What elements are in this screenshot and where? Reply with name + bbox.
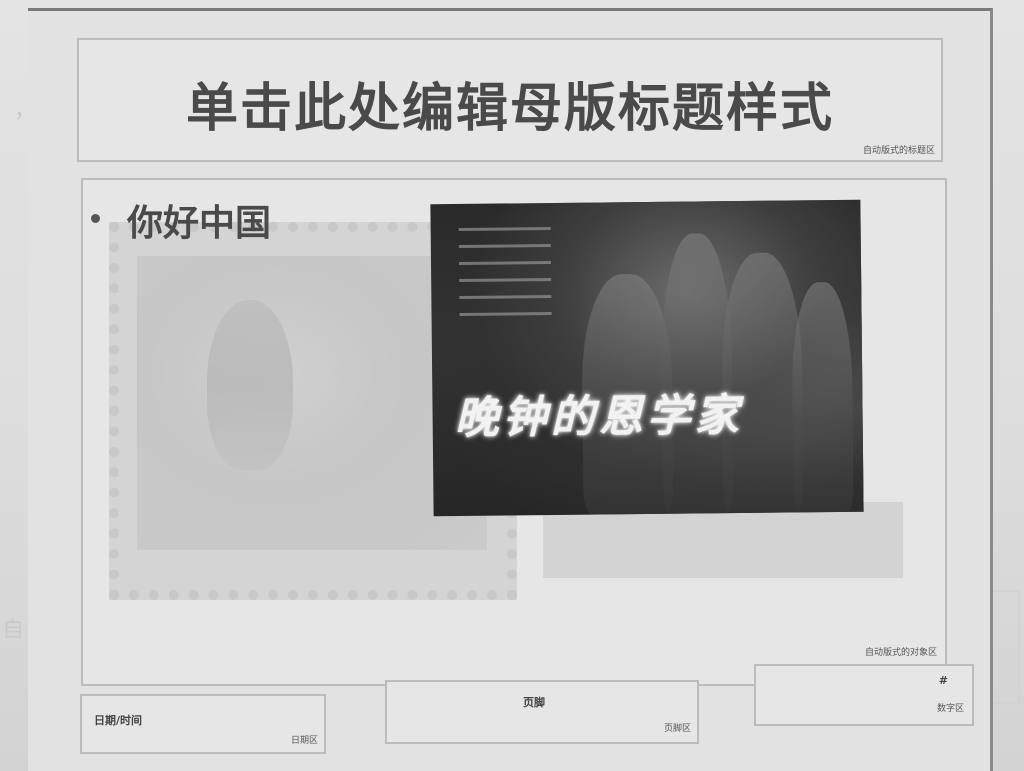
slide-number-label: # [938,674,948,687]
date-label: 日期/时间 [94,714,143,727]
screen-photo: ，商 自 文 样式 单击此处编辑母版标题样式 自动版式的标题区 你好中国 [0,0,1024,771]
master-title-text[interactable]: 单击此处编辑母版标题样式 [79,66,941,141]
poster-text-line [459,277,552,282]
bullet-text[interactable]: 你好中国 [127,194,271,246]
tree-silhouette [791,281,854,513]
title-placeholder[interactable]: 单击此处编辑母版标题样式 自动版式的标题区 [77,38,943,162]
object-placeholder[interactable]: 你好中国 晚钟的恩学家 自动版式的对象区 [81,178,947,686]
poster-text-line [459,311,552,316]
object-area-tag: 自动版式的对象区 [864,648,937,658]
bullet-icon [91,214,100,223]
film-poster-image[interactable]: 晚钟的恩学家 [430,199,864,517]
portrait-figure [207,300,293,470]
poster-text-lines [458,227,552,330]
film-title-text: 晚钟的恩学家 [454,390,743,445]
title-area-tag: 自动版式的标题区 [862,146,935,156]
poster-text-line [458,227,551,231]
footer-placeholder[interactable]: 页脚 页脚区 [385,680,699,744]
poster-text-line [458,261,552,265]
date-area-tag: 日期区 [290,736,318,746]
footer-area-tag: 页脚区 [663,724,691,734]
footer-label: 页脚 [523,696,545,709]
poster-text-line [458,244,551,248]
poster-text-line [459,294,552,299]
slide-number-placeholder[interactable]: # 数字区 [754,664,974,726]
number-area-tag: 数字区 [936,704,964,714]
date-placeholder[interactable]: 日期/时间 日期区 [80,694,326,754]
